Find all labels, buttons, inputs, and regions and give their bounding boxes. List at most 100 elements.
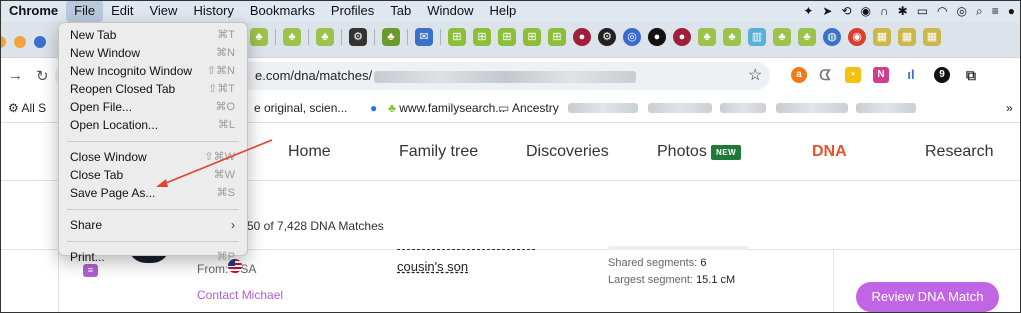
extensions-puzzle-icon[interactable]: ⧉ [963, 67, 979, 83]
chrome-tab-icon[interactable] [34, 36, 46, 48]
menubar-tab[interactable]: Tab [382, 0, 419, 22]
tree-tab-icon[interactable]: ⊞ [473, 28, 491, 46]
familysearch-tab-icon[interactable]: ♣ [283, 28, 301, 46]
time-machine-icon[interactable]: ⟲ [841, 4, 851, 18]
bookmark-item[interactable]: e original, scien... [254, 101, 347, 115]
nav-discoveries[interactable]: Discoveries [526, 143, 609, 161]
audio-extension-icon[interactable]: ıl [903, 67, 919, 83]
shared-segments: Shared segments: 6 [608, 257, 707, 269]
menu-item-share[interactable]: Share › [59, 216, 247, 234]
nav-dna[interactable]: DNA [812, 143, 847, 161]
tree-tab-icon[interactable]: ⊞ [448, 28, 466, 46]
tree-tab-icon[interactable]: ⊞ [523, 28, 541, 46]
menubar-help[interactable]: Help [482, 0, 525, 22]
relationship-text[interactable]: cousin's son [397, 259, 468, 274]
menubar-history[interactable]: History [185, 0, 241, 22]
nav-photos[interactable]: Photos [657, 143, 707, 161]
url-text[interactable]: e.com/dna/matches/ [255, 68, 637, 83]
all-bookmarks[interactable]: ⚙ All S [8, 101, 46, 115]
bluetooth-icon[interactable]: ✱ [898, 4, 908, 18]
menu-item-close-window[interactable]: Close Window ⇧⌘W [59, 148, 247, 166]
chart-tab-icon[interactable]: ▥ [748, 28, 766, 46]
document-tab-icon[interactable]: ▦ [923, 28, 941, 46]
timer-icon[interactable]: ◉ [861, 4, 871, 18]
extension-icon[interactable]: ᗧ [817, 67, 833, 83]
tree-tab-icon[interactable]: ⊞ [498, 28, 516, 46]
mail-tab-icon[interactable]: ✉ [415, 28, 433, 46]
dropbox-icon[interactable]: ✦ [803, 4, 813, 18]
minimize-button[interactable] [0, 36, 6, 48]
divider [833, 250, 834, 313]
menubar-edit[interactable]: Edit [103, 0, 141, 22]
battery-icon[interactable]: ▭ [917, 4, 928, 18]
chatgpt-tab-icon[interactable]: ⚙ [349, 28, 367, 46]
menu-separator [67, 241, 239, 242]
menu-item-close-tab[interactable]: Close Tab ⌘W [59, 166, 247, 184]
familysearch-tab-icon[interactable]: ♣ [316, 28, 334, 46]
bold-tab-icon[interactable]: ● [648, 28, 666, 46]
menubar-view[interactable]: View [141, 0, 185, 22]
menu-item-new-tab[interactable]: New Tab ⌘T [59, 26, 247, 44]
zoom-button[interactable] [14, 36, 26, 48]
extension-icon[interactable]: N [873, 67, 889, 83]
dna-tab-icon[interactable]: ● [673, 28, 691, 46]
familysearch-tab-icon[interactable]: ♣ [723, 28, 741, 46]
extension-icon[interactable]: 9 [934, 67, 950, 83]
menubar-app-chrome[interactable]: Chrome [0, 0, 66, 22]
headphones-icon[interactable]: ∩ [880, 4, 889, 18]
reload-icon[interactable]: ↻ [36, 67, 49, 85]
redacted-bookmark[interactable] [856, 103, 916, 113]
redacted-bookmark[interactable] [568, 103, 638, 113]
nav-family-tree[interactable]: Family tree [399, 143, 478, 161]
extension-icon[interactable]: a [791, 67, 807, 83]
bookmark-ancestry-folder[interactable]: ▭ Ancestry [498, 101, 559, 115]
menu-item-reopen-closed-tab[interactable]: Reopen Closed Tab ⇧⌘T [59, 80, 247, 98]
redacted-bookmark[interactable] [776, 103, 848, 113]
user-icon[interactable]: ◎ [957, 4, 967, 18]
nav-research[interactable]: Research [925, 143, 993, 161]
arrow-app-icon[interactable]: ➤ [822, 4, 832, 18]
menubar-file[interactable]: File [66, 0, 104, 22]
tree-tab-icon[interactable]: ⊞ [548, 28, 566, 46]
search-icon[interactable]: ⌕ [976, 4, 983, 19]
familysearch-tab-icon[interactable]: ♣ [250, 28, 268, 46]
wifi-icon[interactable]: ◠ [937, 4, 947, 18]
faded-text [608, 246, 748, 250]
document-tab-icon[interactable]: ▦ [898, 28, 916, 46]
contact-link[interactable]: Contact Michael [197, 288, 283, 302]
ancestry-tab-icon[interactable]: ♣ [382, 28, 400, 46]
familysearch-tab-icon[interactable]: ♣ [698, 28, 716, 46]
menu-item-open-file[interactable]: Open File... ⌘O [59, 98, 247, 116]
chatgpt-tab-icon[interactable]: ⚙ [598, 28, 616, 46]
bookmark-familysearch[interactable]: ♣ www.familysearch... [388, 101, 505, 115]
largest-segment: Largest segment: 15.1 cM [608, 274, 736, 286]
review-dna-match-button[interactable]: Review DNA Match [856, 282, 999, 312]
redacted-bookmark[interactable] [648, 103, 712, 113]
siri-icon[interactable]: ● [1008, 4, 1015, 18]
facebook-icon[interactable]: ● [370, 101, 377, 115]
menu-item-print[interactable]: Print... ⌘P [59, 248, 247, 266]
document-tab-icon[interactable]: ▦ [873, 28, 891, 46]
redacted-bookmark[interactable] [720, 103, 766, 113]
extension-icon[interactable]: ▪ [845, 67, 861, 83]
globe-tab-icon[interactable]: ◍ [823, 28, 841, 46]
forward-arrow-icon[interactable]: → [8, 67, 23, 84]
menu-item-new-incognito-window[interactable]: New Incognito Window ⇧⌘N [59, 62, 247, 80]
menu-item-open-location[interactable]: Open Location... ⌘L [59, 116, 247, 134]
familysearch-tab-icon[interactable]: ♣ [773, 28, 791, 46]
bookmark-star-icon[interactable]: ☆ [748, 65, 762, 85]
menu-item-save-page-as[interactable]: Save Page As... ⌘S [59, 184, 247, 202]
dna-tab-icon[interactable]: ● [573, 28, 591, 46]
more-bookmarks-chevron[interactable]: » [1006, 101, 1013, 115]
window-controls [0, 36, 46, 48]
familysearch-tab-icon[interactable]: ♣ [798, 28, 816, 46]
menubar-profiles[interactable]: Profiles [323, 0, 382, 22]
menubar-bookmarks[interactable]: Bookmarks [242, 0, 323, 22]
menu-item-new-window[interactable]: New Window ⌘N [59, 44, 247, 62]
nav-home[interactable]: Home [288, 143, 331, 161]
record-tab-icon[interactable]: ◉ [848, 28, 866, 46]
control-center-icon[interactable]: ≡ [992, 4, 999, 18]
relationship-dotted-line [397, 248, 535, 250]
menubar-window[interactable]: Window [419, 0, 481, 22]
profile-tab-icon[interactable]: ◎ [623, 28, 641, 46]
